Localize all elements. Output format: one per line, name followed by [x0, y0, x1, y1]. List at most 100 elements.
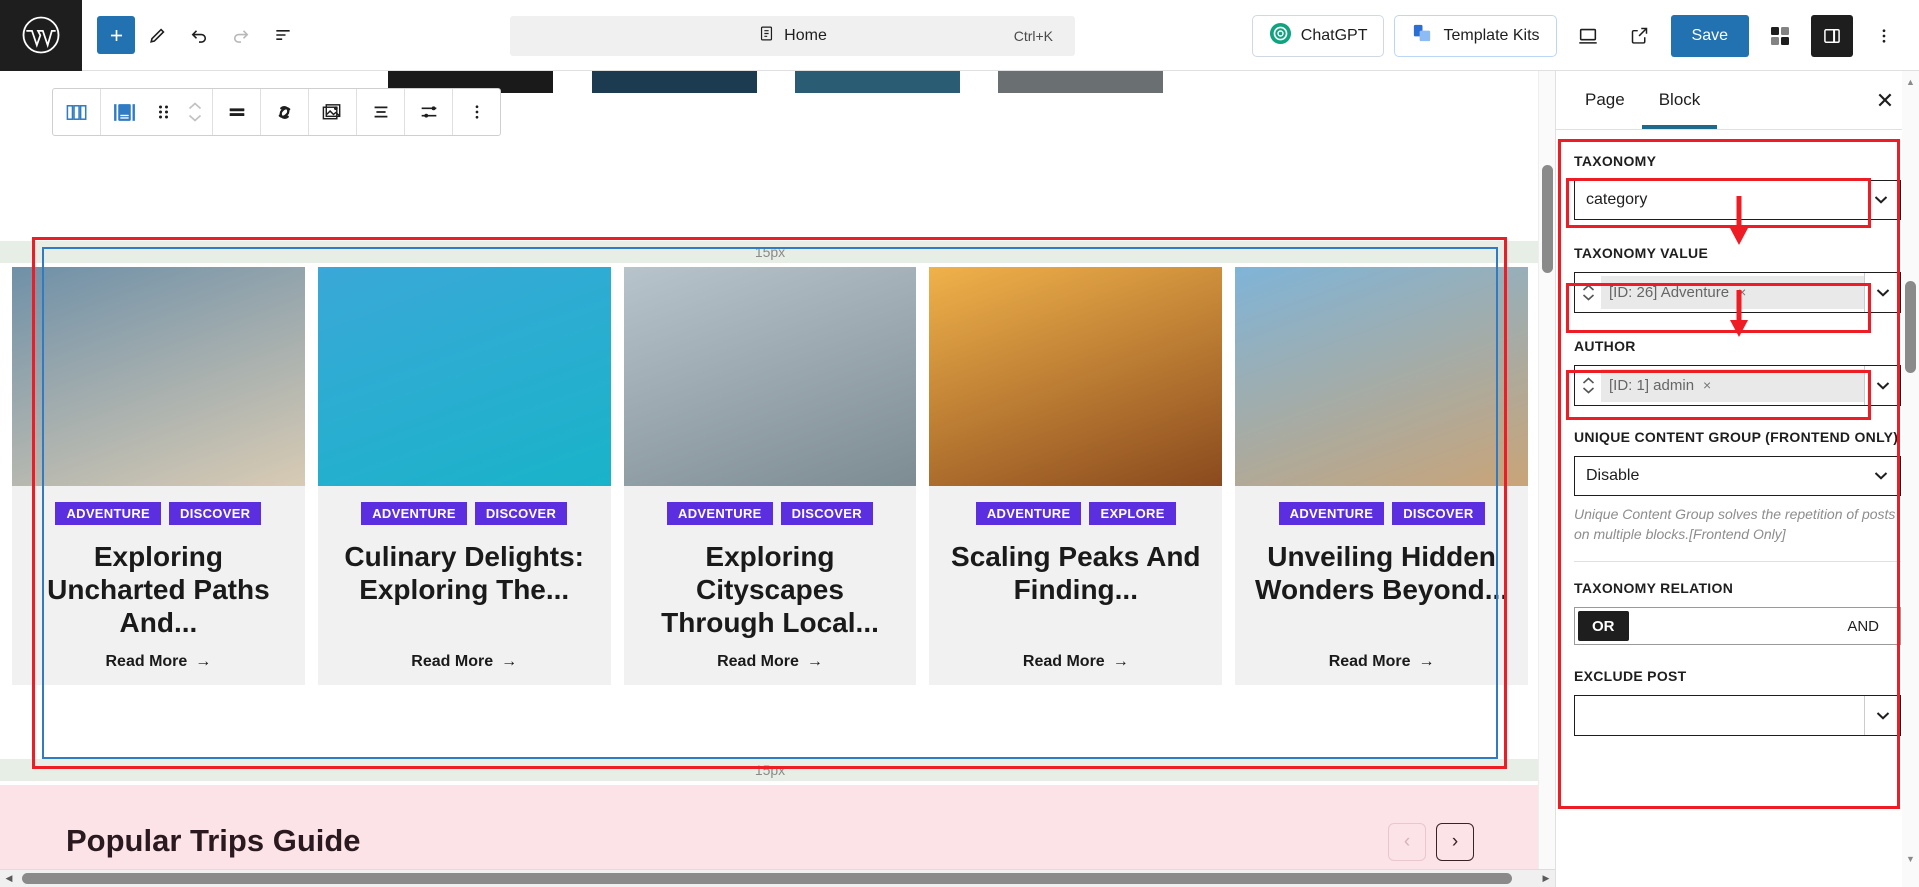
read-more-label: Read More	[411, 653, 494, 671]
exclude-post-input[interactable]	[1574, 694, 1901, 736]
sliders-icon[interactable]	[405, 89, 452, 135]
chevron-down-icon[interactable]	[1864, 365, 1900, 405]
post-card[interactable]: ADVENTURE DISCOVER Unveiling Hidden Wonder…	[1235, 267, 1528, 686]
post-tag[interactable]: ADVENTURE	[975, 502, 1082, 525]
save-button[interactable]: Save	[1670, 14, 1749, 57]
remove-token-icon[interactable]: ×	[1703, 377, 1711, 393]
sidebar-vertical-scrollbar[interactable]: ▲ ▼	[1902, 71, 1919, 887]
text-align-icon[interactable]	[357, 89, 404, 135]
read-more-label: Read More	[717, 653, 799, 671]
post-tag[interactable]: ADVENTURE	[361, 502, 467, 525]
redo-button[interactable]	[221, 15, 261, 55]
chevron-down-icon[interactable]	[1864, 272, 1900, 312]
post-tag[interactable]: ADVENTURE	[55, 502, 162, 525]
taxonomy-value-stepper[interactable]	[1575, 284, 1601, 301]
close-icon[interactable]: ✕	[1869, 85, 1901, 117]
post-tag[interactable]: ADVENTURE	[1278, 502, 1385, 525]
taxonomy-select[interactable]: category	[1574, 179, 1901, 220]
post-thumbnail	[1235, 267, 1528, 486]
post-block-icon[interactable]	[101, 89, 148, 135]
editor-top-bar: Home Ctrl+K ChatGPT Template Kits Save	[0, 0, 1919, 71]
partial-card-thumb	[998, 71, 1163, 93]
edit-tool-button[interactable]	[137, 15, 177, 55]
post-title[interactable]: Exploring Cityscapes Through Local...	[636, 541, 905, 639]
read-more-link[interactable]: Read More →	[411, 653, 517, 685]
carousel-next-button[interactable]: ›	[1436, 823, 1474, 861]
template-kits-blocks-icon[interactable]	[1759, 15, 1801, 57]
read-more-link[interactable]: Read More →	[1329, 653, 1435, 685]
post-card[interactable]: ADVENTURE DISCOVER Exploring Cityscapes Th…	[623, 267, 917, 686]
post-tag[interactable]: DISCOVER	[474, 502, 568, 525]
link-icon[interactable]	[261, 89, 308, 135]
chatgpt-button[interactable]: ChatGPT	[1251, 14, 1385, 57]
read-more-link[interactable]: Read More →	[1023, 653, 1129, 685]
post-tag[interactable]: DISCOVER	[780, 502, 873, 525]
undo-button[interactable]	[179, 15, 219, 55]
page-icon	[758, 24, 775, 48]
sidebar-toggle-icon[interactable]	[1811, 14, 1853, 57]
chevron-up-down-icon[interactable]	[178, 102, 212, 122]
spacer-block-top[interactable]: 15px	[0, 241, 1540, 263]
post-tag-row: ADVENTURE DISCOVER	[667, 502, 873, 525]
post-title[interactable]: Unveiling Hidden Wonders Beyond...	[1247, 541, 1516, 607]
post-title[interactable]: Scaling Peaks And Finding...	[941, 541, 1210, 607]
post-tag[interactable]: EXPLORE	[1089, 502, 1176, 525]
post-tag[interactable]: ADVENTURE	[667, 502, 773, 525]
taxonomy-value-token-input[interactable]: [ID: 26] Adventure ×	[1574, 271, 1901, 313]
image-stack-icon[interactable]	[309, 89, 356, 135]
scroll-up-arrow-icon[interactable]: ▲	[1906, 77, 1915, 87]
document-title: Home	[784, 27, 827, 44]
arrow-right-icon: →	[195, 653, 212, 671]
canvas-vertical-scrollbar[interactable]	[1538, 71, 1555, 871]
author-stepper[interactable]	[1575, 377, 1601, 394]
chevron-down-icon[interactable]	[1864, 695, 1900, 735]
taxonomy-relation-option-and[interactable]: AND	[1833, 611, 1897, 641]
scroll-down-arrow-icon[interactable]: ▼	[1906, 854, 1915, 864]
template-kits-button[interactable]: Template Kits	[1394, 14, 1557, 57]
desktop-preview-icon[interactable]	[1567, 15, 1609, 57]
read-more-link[interactable]: Read More →	[717, 653, 823, 685]
view-site-external-icon[interactable]	[1619, 15, 1661, 57]
kebab-menu-icon[interactable]	[453, 89, 500, 135]
tab-block[interactable]: Block	[1642, 71, 1718, 129]
exclude-post-label: EXCLUDE POST	[1574, 668, 1687, 685]
spacer-label-top: 15px	[754, 244, 786, 260]
taxonomy-relation-option-or[interactable]: OR	[1578, 611, 1629, 642]
columns-icon[interactable]	[53, 89, 100, 135]
taxonomy-label: TAXONOMY	[1574, 153, 1657, 169]
add-block-button[interactable]	[97, 16, 135, 54]
block-settings-sidebar: Page Block ✕ TAXONOMY category TAXONOMY …	[1555, 71, 1919, 887]
author-token[interactable]: [ID: 1] admin ×	[1609, 377, 1711, 394]
wordpress-logo-icon[interactable]	[0, 0, 82, 71]
scroll-right-arrow-icon[interactable]: ▶	[1537, 873, 1555, 884]
read-more-link[interactable]: Read More →	[106, 653, 212, 685]
chevron-down-icon	[1874, 468, 1888, 483]
document-overview-button[interactable]	[263, 15, 303, 55]
post-tag[interactable]: DISCOVER	[1392, 502, 1485, 525]
canvas-horizontal-scrollbar[interactable]: ◀ ▶	[0, 869, 1555, 887]
scroll-left-arrow-icon[interactable]: ◀	[0, 873, 18, 884]
spacer-label-bottom: 15px	[754, 762, 786, 778]
spacer-block-bottom[interactable]: 15px	[0, 759, 1540, 781]
unique-content-group-select[interactable]: Disable	[1574, 455, 1901, 496]
post-card[interactable]: ADVENTURE EXPLORE Scaling Peaks And Findin…	[929, 267, 1223, 686]
kebab-menu-icon[interactable]	[1863, 15, 1905, 57]
unique-content-group-value: Disable	[1586, 466, 1640, 484]
post-card[interactable]: ADVENTURE DISCOVER Culinary Delights: Expl…	[317, 267, 611, 686]
drag-dots-icon[interactable]	[148, 89, 178, 135]
post-title[interactable]: Culinary Delights: Exploring The...	[330, 541, 599, 607]
taxonomy-token-text: [ID: 26] Adventure	[1609, 283, 1730, 301]
align-bar-icon[interactable]	[213, 89, 260, 135]
post-grid-block[interactable]: ADVENTURE DISCOVER Exploring Uncharted Pat…	[0, 267, 1540, 686]
post-tag[interactable]: DISCOVER	[169, 502, 262, 525]
sidebar-tabs: Page Block ✕	[1556, 71, 1919, 130]
tab-page[interactable]: Page	[1568, 71, 1642, 129]
post-card[interactable]: ADVENTURE DISCOVER Exploring Uncharted Pat…	[12, 267, 305, 686]
carousel-prev-button[interactable]: ‹	[1388, 823, 1426, 861]
document-title-bar[interactable]: Home Ctrl+K	[510, 16, 1075, 56]
author-token-input[interactable]: [ID: 1] admin ×	[1574, 364, 1901, 406]
post-title[interactable]: Exploring Uncharted Paths And...	[24, 541, 293, 639]
remove-token-icon[interactable]: ×	[1738, 284, 1746, 300]
taxonomy-field: TAXONOMY category	[1574, 152, 1901, 220]
taxonomy-value-token[interactable]: [ID: 26] Adventure ×	[1609, 284, 1746, 301]
